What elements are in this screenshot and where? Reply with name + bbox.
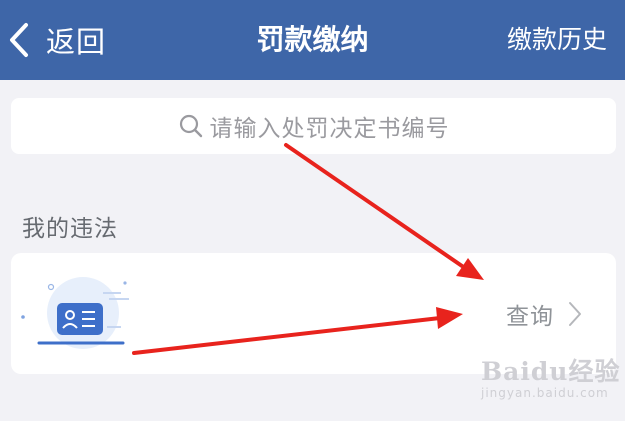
id-card-illustration	[21, 277, 129, 349]
chevron-left-icon	[10, 23, 28, 57]
chevron-right-icon	[569, 302, 581, 326]
back-label: 返回	[46, 25, 107, 59]
search-input[interactable]: 请输入处罚决定书编号	[11, 98, 616, 154]
nav-bar: 返回 罚款缴纳 缴款历史	[0, 0, 625, 80]
back-button[interactable]: 返回	[8, 20, 106, 60]
watermark-url: jingyan.baidu.com	[481, 386, 609, 400]
annotation-arrow-upper	[284, 143, 464, 268]
query-label: 查询	[506, 304, 554, 330]
payment-history-button[interactable]: 缴款历史	[507, 20, 607, 60]
section-title-my-violations: 我的违法	[22, 216, 118, 242]
query-button[interactable]: 查询	[506, 296, 582, 332]
search-icon	[179, 114, 202, 138]
search-placeholder: 请输入处罚决定书编号	[209, 116, 450, 142]
violation-query-card[interactable]: 查询	[11, 253, 616, 374]
